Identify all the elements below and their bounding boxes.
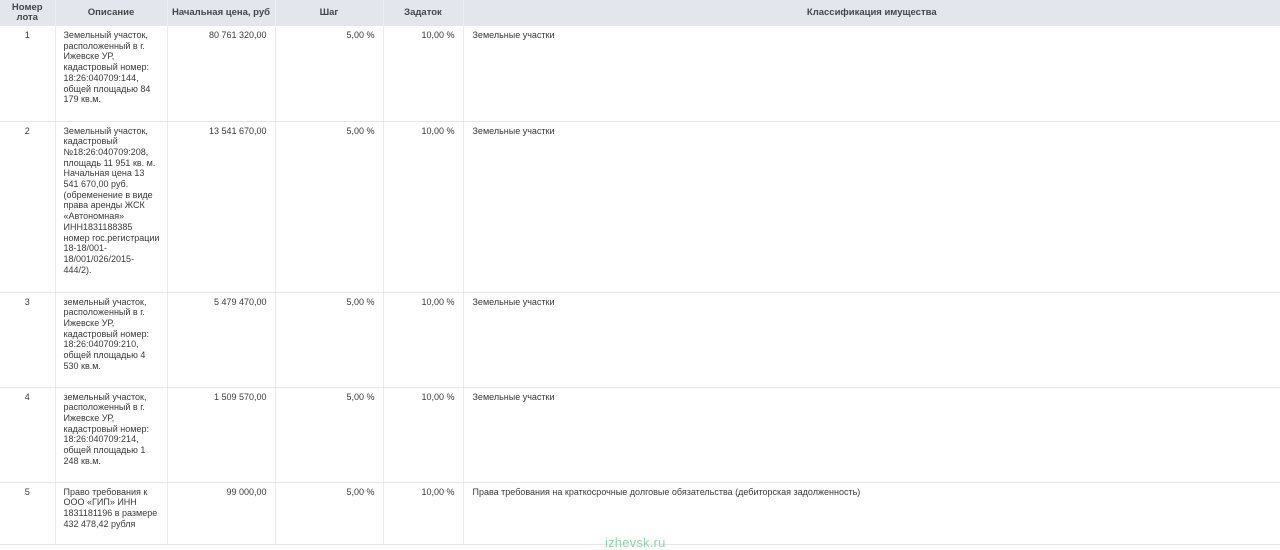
description-cell: земельный участок, расположенный в г. Иж… — [55, 292, 168, 388]
lot-number-cell: 3 — [0, 292, 56, 388]
description-cell: земельный участок, расположенный в г. Иж… — [55, 387, 168, 483]
table-row[interactable]: 4 земельный участок, расположенный в г. … — [0, 387, 1280, 483]
deposit-cell: 10,00 % — [383, 482, 464, 545]
step-cell: 5,00 % — [275, 26, 384, 122]
lot-number-cell: 4 — [0, 387, 56, 483]
start-price-cell: 5 479 470,00 — [167, 292, 276, 388]
step-cell: 5,00 % — [275, 482, 384, 545]
table-header: Номер лота Описание Начальная цена, руб … — [0, 0, 1280, 26]
step-cell: 5,00 % — [275, 292, 384, 388]
table-body: 1 Земельный участок, расположенный в г. … — [0, 26, 1280, 545]
header-step[interactable]: Шаг — [275, 0, 384, 26]
start-price-cell: 1 509 570,00 — [167, 387, 276, 483]
description-cell: Земельный участок, кадастровый №18:26:04… — [55, 121, 168, 293]
classification-cell: Земельные участки — [463, 26, 1280, 122]
lot-number-cell: 2 — [0, 121, 56, 293]
lot-number-cell: 5 — [0, 482, 56, 545]
deposit-cell: 10,00 % — [383, 292, 464, 388]
header-classification[interactable]: Классификация имущества — [463, 0, 1280, 26]
start-price-cell: 99 000,00 — [167, 482, 276, 545]
classification-cell: Земельные участки — [463, 387, 1280, 483]
start-price-cell: 80 761 320,00 — [167, 26, 276, 122]
deposit-cell: 10,00 % — [383, 387, 464, 483]
site-watermark: izhevsk.ru — [605, 535, 666, 550]
lots-table: Номер лота Описание Начальная цена, руб … — [0, 0, 1280, 545]
header-description[interactable]: Описание — [55, 0, 168, 26]
start-price-cell: 13 541 670,00 — [167, 121, 276, 293]
table-row[interactable]: 1 Земельный участок, расположенный в г. … — [0, 26, 1280, 122]
header-deposit[interactable]: Задаток — [383, 0, 464, 26]
description-cell: Земельный участок, расположенный в г. Иж… — [55, 26, 168, 122]
classification-cell: Права требования на краткосрочные долгов… — [463, 482, 1280, 545]
header-row: Номер лота Описание Начальная цена, руб … — [0, 0, 1280, 26]
table-row[interactable]: 2 Земельный участок, кадастровый №18:26:… — [0, 121, 1280, 293]
deposit-cell: 10,00 % — [383, 121, 464, 293]
header-start-price[interactable]: Начальная цена, руб — [167, 0, 276, 26]
classification-cell: Земельные участки — [463, 292, 1280, 388]
table-row[interactable]: 3 земельный участок, расположенный в г. … — [0, 292, 1280, 388]
step-cell: 5,00 % — [275, 121, 384, 293]
description-cell: Право требования к ООО «ГИП» ИНН 1831181… — [55, 482, 168, 545]
classification-cell: Земельные участки — [463, 121, 1280, 293]
header-lot-number[interactable]: Номер лота — [0, 0, 56, 26]
deposit-cell: 10,00 % — [383, 26, 464, 122]
lot-number-cell: 1 — [0, 26, 56, 122]
step-cell: 5,00 % — [275, 387, 384, 483]
